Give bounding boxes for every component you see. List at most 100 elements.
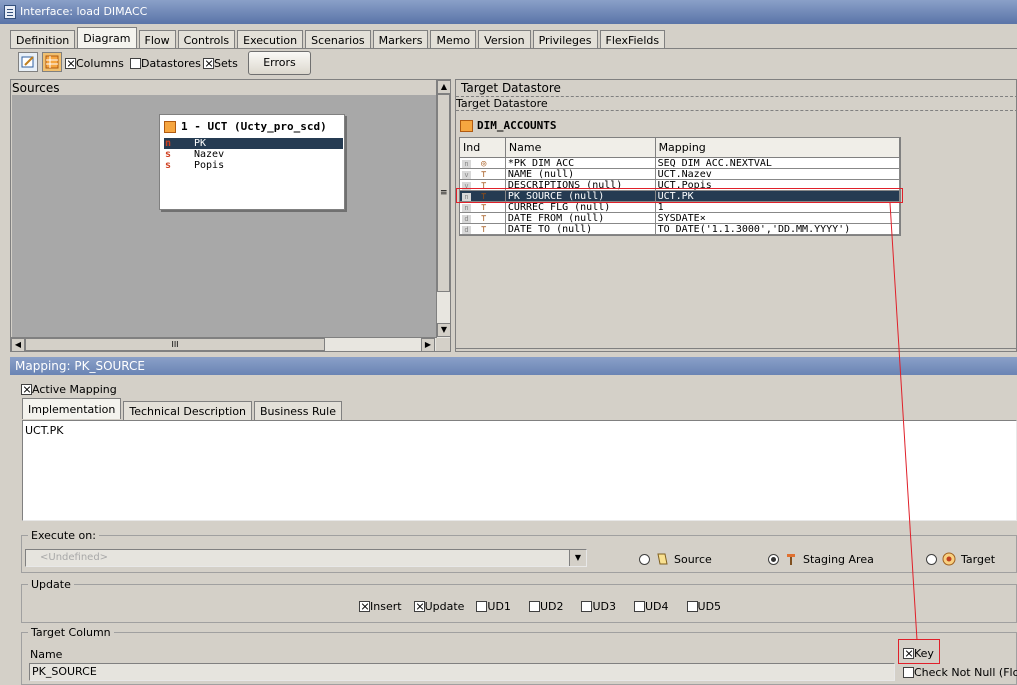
target-icon: ◎ (481, 159, 487, 169)
check-not-null-option[interactable]: Check Not Null (Flow (903, 666, 1017, 679)
scroll-up-arrow-icon[interactable]: ▲ (437, 80, 451, 94)
execute-staging-label: Staging Area (803, 552, 874, 566)
tab-flow[interactable]: Flow (138, 30, 176, 49)
target-column-name: *PK_DIM_ACC (505, 158, 656, 169)
tab-version[interactable]: Version (478, 30, 531, 49)
execute-target-radio[interactable] (926, 553, 937, 565)
subtab-implementation[interactable]: Implementation (22, 398, 122, 419)
update-option-ud3[interactable]: UD3 (581, 600, 616, 613)
execute-staging-radio[interactable] (768, 553, 779, 565)
target-column-row[interactable]: n ⊤ CURREC_FLG (null) 1 (460, 202, 900, 213)
sets-option[interactable]: Sets (203, 57, 238, 70)
edit-diagram-button[interactable] (18, 52, 38, 72)
datastores-option[interactable]: Datastores (130, 57, 201, 70)
update-option-ud1[interactable]: UD1 (476, 600, 511, 613)
sets-checkbox[interactable] (203, 58, 214, 69)
column-type-badge: s (165, 160, 172, 171)
source-datastore-uct[interactable]: 1 - UCT (Ucty_pro_scd) n PK s Nazev s Popis (159, 114, 345, 210)
tab-diagram[interactable]: Diagram (77, 27, 137, 48)
target-column-row[interactable]: d ⊤ DATE_TO (null) TO_DATE('1.1.3000','DD.… (460, 224, 900, 235)
target-hscroll-edge (456, 348, 1017, 352)
target-column-row[interactable]: d ⊤ DATE_FROM (null) SYSDATE× (460, 213, 900, 224)
columns-option[interactable]: Columns (65, 57, 124, 70)
row-indicator: v ⊤ (460, 169, 506, 180)
target-column-mapping: SYSDATE× (655, 213, 900, 224)
source-column-row[interactable]: n PK (164, 138, 343, 149)
datastore-view-button[interactable] (42, 52, 62, 72)
staging-area-icon: ⊤ (481, 214, 487, 224)
tab-execution[interactable]: Execution (237, 30, 304, 49)
update-checkbox[interactable] (413, 601, 425, 612)
target-datastore-name: DIM_ACCOUNTS (477, 119, 557, 132)
sources-vscrollbar[interactable]: ▲ ≡ ▼ (436, 80, 451, 338)
update-option-label: UD1 (487, 600, 511, 613)
update-option-ud5[interactable]: UD5 (686, 600, 721, 613)
columns-checkbox[interactable] (65, 58, 76, 69)
update-checkbox[interactable] (359, 601, 370, 612)
update-option-label: UD4 (645, 600, 669, 613)
target-name-label: Name (30, 648, 63, 661)
update-option-update[interactable]: Update (413, 600, 464, 613)
target-column-name: NAME (null) (505, 169, 656, 180)
target-column-mapping: UCT.Nazev (655, 169, 900, 180)
sources-canvas[interactable]: 1 - UCT (Ucty_pro_scd) n PK s Nazev s Popis (12, 95, 436, 337)
update-checkbox[interactable] (476, 601, 488, 612)
execute-staging-option[interactable]: Staging Area (768, 552, 874, 566)
hscroll-thumb[interactable]: III (25, 338, 325, 351)
datastores-checkbox[interactable] (130, 58, 141, 69)
sources-hscrollbar[interactable]: ◀ III ▶ (11, 337, 436, 352)
update-option-insert[interactable]: Insert (359, 600, 402, 613)
tab-privileges[interactable]: Privileges (532, 30, 598, 49)
row-indicator: d ⊤ (460, 213, 506, 224)
update-checkbox[interactable] (686, 601, 698, 612)
header-ind[interactable]: Ind (460, 138, 506, 157)
window-title-bar: Interface: load DIMACC (0, 0, 1017, 24)
subtab-technical-description[interactable]: Technical Description (123, 401, 253, 420)
check-not-null-checkbox[interactable] (903, 667, 914, 678)
update-label: Update (28, 578, 74, 591)
update-checkbox[interactable] (634, 601, 645, 612)
datatype-badge: d (462, 215, 471, 223)
execute-on-select[interactable]: <Undefined> ▼ (25, 549, 587, 567)
tab-memo[interactable]: Memo (430, 30, 477, 49)
expression-editor[interactable]: UCT.PK (22, 420, 1017, 521)
sources-title: Sources (12, 81, 60, 95)
datastore-icon (164, 121, 176, 133)
active-mapping-checkbox[interactable] (21, 384, 32, 395)
errors-button[interactable]: Errors (248, 51, 311, 75)
execute-target-label: Target (961, 552, 996, 566)
target-column-row[interactable]: v ⊤ NAME (null) UCT.Nazev (460, 169, 900, 180)
active-mapping-option[interactable]: Active Mapping (21, 383, 117, 396)
vscroll-thumb[interactable]: ≡ (437, 94, 450, 292)
tab-flexfields[interactable]: FlexFields (599, 30, 666, 49)
target-column-mapping: TO_DATE('1.1.3000','DD.MM.YYYY') (655, 224, 900, 235)
header-name[interactable]: Name (505, 138, 656, 157)
tab-controls[interactable]: Controls (177, 30, 236, 49)
subtab-business-rule[interactable]: Business Rule (254, 401, 342, 420)
target-name-field[interactable]: PK_SOURCE (29, 663, 895, 681)
execute-source-option[interactable]: Source (639, 552, 712, 566)
tab-definition[interactable]: Definition (10, 30, 76, 49)
tab-scenarios[interactable]: Scenarios (305, 30, 371, 49)
target-column-name: CURREC_FLG (null) (505, 202, 656, 213)
source-column-row[interactable]: s Popis (164, 160, 343, 171)
selected-row-highlight (456, 188, 903, 203)
execute-target-option[interactable]: Target (926, 552, 995, 566)
scroll-down-arrow-icon[interactable]: ▼ (437, 323, 451, 337)
header-mapping[interactable]: Mapping (655, 138, 900, 157)
update-option-label: UD2 (539, 600, 564, 613)
interface-icon (4, 5, 16, 19)
chevron-down-icon[interactable]: ▼ (569, 550, 586, 566)
scroll-left-arrow-icon[interactable]: ◀ (11, 338, 25, 352)
update-option-ud2[interactable]: UD2 (528, 600, 564, 613)
mapping-header: Mapping: PK_SOURCE (10, 357, 1017, 375)
source-column-row[interactable]: s Nazev (164, 149, 343, 160)
update-checkbox[interactable] (581, 601, 593, 612)
tab-markers[interactable]: Markers (372, 30, 429, 49)
target-column-row[interactable]: n ◎ *PK_DIM_ACC SEQ_DIM_ACC.NEXTVAL (460, 158, 900, 169)
execute-on-group: Execute on: <Undefined> ▼ Source Staging… (21, 529, 1017, 573)
update-option-ud4[interactable]: UD4 (634, 600, 669, 613)
scroll-right-arrow-icon[interactable]: ▶ (421, 338, 435, 352)
update-checkbox[interactable] (528, 601, 540, 612)
execute-source-radio[interactable] (639, 553, 650, 565)
